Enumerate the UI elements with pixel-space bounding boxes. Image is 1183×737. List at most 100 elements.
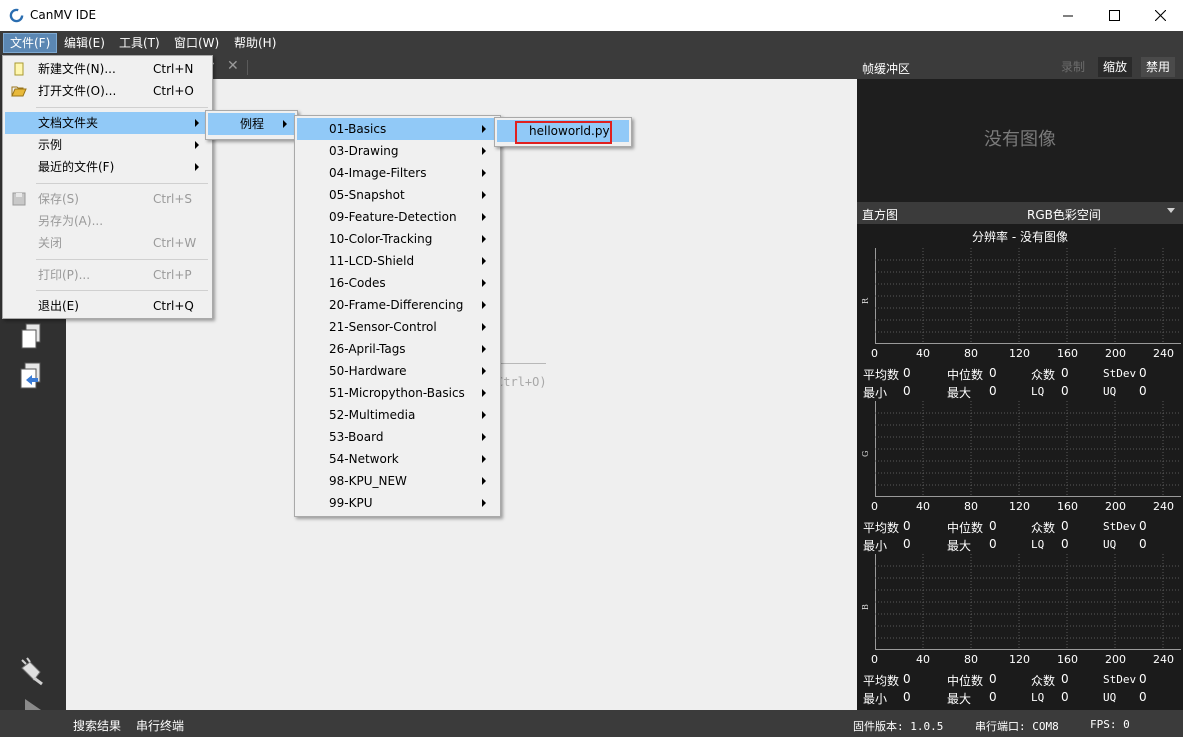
save-document-icon[interactable] xyxy=(16,360,48,392)
menu-item-09-feature-detection[interactable]: 09-Feature-Detection xyxy=(297,206,498,228)
menu-item-11-lcd-shield[interactable]: 11-LCD-Shield xyxy=(297,250,498,272)
menu-item-52-multimedia[interactable]: 52-Multimedia xyxy=(297,404,498,426)
maximize-icon xyxy=(1108,10,1120,21)
maximize-button[interactable] xyxy=(1091,0,1137,31)
save-disk-icon xyxy=(12,192,26,206)
window-title: CanMV IDE xyxy=(30,8,97,22)
menu-item-print[interactable]: 打印(P)... Ctrl+P xyxy=(5,264,210,286)
histogram-body: 分辨率 - 没有图像 R 0 40 80 120 160 200 240 平均数… xyxy=(857,224,1183,710)
zoom-button[interactable]: 缩放 xyxy=(1098,57,1133,77)
stat-mode-label: 众数 xyxy=(1031,674,1056,688)
stat-max-label: 最大 xyxy=(947,386,972,400)
menu-item-save-as[interactable]: 另存为(A)... xyxy=(5,210,210,232)
title-bar: CanMV IDE xyxy=(0,0,1183,31)
menu-item-21-sensor-control[interactable]: 21-Sensor-Control xyxy=(297,316,498,338)
stat-stdev-value: 0 xyxy=(1139,519,1147,533)
disable-button[interactable]: 禁用 xyxy=(1141,57,1176,77)
x-tick: 240 xyxy=(1153,500,1174,513)
x-tick: 40 xyxy=(916,347,930,360)
highlight-box xyxy=(515,121,612,144)
menu-tools[interactable]: 工具(T) xyxy=(113,33,166,53)
stat-min-label: 最小 xyxy=(863,386,888,400)
serial-terminal-tab[interactable]: 串行终端 xyxy=(136,717,184,734)
menu-item-close[interactable]: 关闭 Ctrl+W xyxy=(5,232,210,254)
menu-window[interactable]: 窗口(W) xyxy=(168,33,225,53)
histogram-plot-g xyxy=(875,401,1181,497)
menu-item-04-image-filters[interactable]: 04-Image-Filters xyxy=(297,162,498,184)
menu-edit[interactable]: 编辑(E) xyxy=(58,33,111,53)
stat-uq-label: UQ xyxy=(1103,538,1117,551)
histogram-grid-g xyxy=(875,401,1181,497)
stat-stdev-label: StDev xyxy=(1103,673,1137,686)
menu-file[interactable]: 文件(F) xyxy=(3,33,58,53)
stat-lq-value: 0 xyxy=(1061,690,1069,704)
submenu-arrow-icon xyxy=(195,163,199,171)
minimize-button[interactable] xyxy=(1045,0,1091,31)
stat-uq-label: UQ xyxy=(1103,385,1117,398)
menu-item-99-kpu[interactable]: 99-KPU xyxy=(297,492,498,514)
x-tick: 40 xyxy=(916,500,930,513)
stat-mode-value: 0 xyxy=(1061,519,1069,533)
histogram-channel-label: G xyxy=(861,450,870,457)
menu-item-documents-folder[interactable]: 文档文件夹 xyxy=(5,112,210,134)
x-tick: 200 xyxy=(1105,347,1126,360)
colorspace-select[interactable]: RGB色彩空间 xyxy=(1027,206,1101,223)
menu-item-50-hardware[interactable]: 50-Hardware xyxy=(297,360,498,382)
menu-item-51-micropython-basics[interactable]: 51-Micropython-Basics xyxy=(297,382,498,404)
menu-item-examples[interactable]: 示例 xyxy=(5,134,210,156)
record-button[interactable]: 录制 xyxy=(1056,57,1090,77)
x-tick: 160 xyxy=(1057,653,1078,666)
menu-item-53-board[interactable]: 53-Board xyxy=(297,426,498,448)
copy-document-icon[interactable] xyxy=(16,321,48,353)
stat-uq-value: 0 xyxy=(1139,384,1147,398)
menu-item-recent-files[interactable]: 最近的文件(F) xyxy=(5,156,210,178)
framebuffer-header: 帧缓冲区 录制 缩放 禁用 xyxy=(857,55,1183,79)
stat-median-value: 0 xyxy=(989,519,997,533)
menu-item-16-codes[interactable]: 16-Codes xyxy=(297,272,498,294)
stat-stdev-label: StDev xyxy=(1103,367,1137,380)
menu-item-98-kpu-new[interactable]: 98-KPU_NEW xyxy=(297,470,498,492)
menu-item-routines[interactable]: 例程 xyxy=(208,113,295,135)
stat-min-value: 0 xyxy=(903,384,911,398)
menu-separator xyxy=(36,107,208,108)
right-panel: 帧缓冲区 录制 缩放 禁用 没有图像 直方图 RGB色彩空间 分辨率 - 没有图… xyxy=(857,55,1183,710)
x-tick: 120 xyxy=(1009,347,1030,360)
stat-uq-value: 0 xyxy=(1139,537,1147,551)
stat-mean-value: 0 xyxy=(903,672,911,686)
menu-item-exit[interactable]: 退出(E) Ctrl+Q xyxy=(5,295,210,317)
welcome-hint-text: Ctrl+O) xyxy=(496,375,547,389)
examples-submenu: 01-Basics 03-Drawing 04-Image-Filters 05… xyxy=(294,115,501,517)
x-tick: 240 xyxy=(1153,347,1174,360)
close-button[interactable] xyxy=(1137,0,1183,31)
stat-mean-label: 平均数 xyxy=(863,674,900,688)
stat-mode-value: 0 xyxy=(1061,366,1069,380)
menu-item-03-drawing[interactable]: 03-Drawing xyxy=(297,140,498,162)
stat-max-value: 0 xyxy=(989,690,997,704)
menu-help[interactable]: 帮助(H) xyxy=(228,33,282,53)
submenu-arrow-icon xyxy=(482,147,486,155)
menu-item-10-color-tracking[interactable]: 10-Color-Tracking xyxy=(297,228,498,250)
menu-item-05-snapshot[interactable]: 05-Snapshot xyxy=(297,184,498,206)
menu-item-01-basics[interactable]: 01-Basics xyxy=(297,118,498,140)
serial-port-status: 串行端口: COM8 xyxy=(975,720,1059,733)
menu-item-open-file[interactable]: 打开文件(O)... Ctrl+O xyxy=(5,80,210,102)
submenu-arrow-icon xyxy=(482,455,486,463)
x-tick: 120 xyxy=(1009,500,1030,513)
chevron-down-icon[interactable] xyxy=(1167,208,1175,213)
submenu-arrow-icon xyxy=(482,411,486,419)
connect-plug-icon[interactable] xyxy=(16,656,48,688)
histogram-grid-r xyxy=(875,248,1181,344)
submenu-arrow-icon xyxy=(482,433,486,441)
menu-item-new-file[interactable]: 新建文件(N)... Ctrl+N xyxy=(5,58,210,80)
x-tick: 160 xyxy=(1057,347,1078,360)
menu-item-save[interactable]: 保存(S) Ctrl+S xyxy=(5,188,210,210)
menu-item-26-april-tags[interactable]: 26-April-Tags xyxy=(297,338,498,360)
stat-mode-label: 众数 xyxy=(1031,521,1056,535)
stat-mode-value: 0 xyxy=(1061,672,1069,686)
tab-close-icon[interactable]: ✕ xyxy=(227,58,239,74)
menu-item-54-network[interactable]: 54-Network xyxy=(297,448,498,470)
search-results-tab[interactable]: 搜索结果 xyxy=(73,717,121,734)
menu-item-20-frame-differencing[interactable]: 20-Frame-Differencing xyxy=(297,294,498,316)
menu-separator xyxy=(36,259,208,260)
stat-median-label: 中位数 xyxy=(947,674,984,688)
